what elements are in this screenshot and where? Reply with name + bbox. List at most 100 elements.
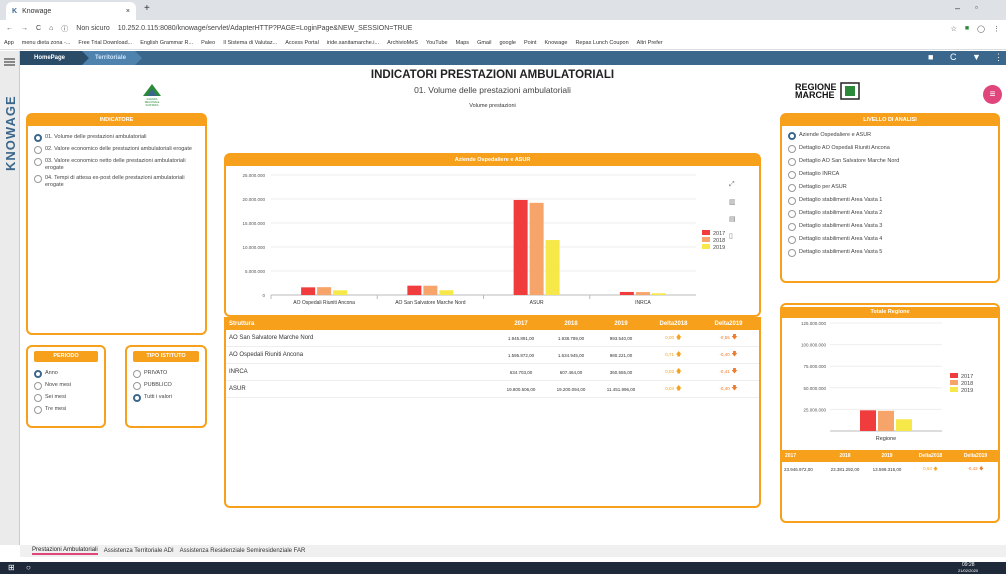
livello-option[interactable]: Aziende Ospedaliere e ASUR xyxy=(788,132,992,140)
bookmark-item[interactable]: menu dieta zona -... xyxy=(22,40,71,46)
bookmark-item[interactable]: English Grammar R... xyxy=(140,40,193,46)
refresh-icon[interactable]: C xyxy=(950,52,957,62)
windows-start-icon[interactable]: ⊞ xyxy=(8,563,15,572)
back-icon[interactable]: ← xyxy=(6,25,13,32)
browser-tab[interactable]: K Knowage × xyxy=(6,2,136,20)
bar[interactable] xyxy=(896,419,912,431)
filter-icon[interactable]: ▼ xyxy=(972,52,981,62)
table-icon[interactable]: ▤ xyxy=(729,215,736,223)
url-field[interactable]: 10.252.0.115:8080/knowage/servlet/Adapte… xyxy=(118,25,413,32)
new-tab-icon[interactable]: + xyxy=(144,3,150,14)
radio-button-icon[interactable] xyxy=(34,382,42,390)
bar[interactable] xyxy=(301,287,316,295)
bar[interactable] xyxy=(513,199,528,295)
radio-button-icon[interactable] xyxy=(34,158,42,166)
indicatore-option[interactable]: 01. Volume delle prestazioni ambulatoria… xyxy=(34,134,199,142)
table-row[interactable]: AO Ospedali Riuniti Ancona 1.595.872,00 1.… xyxy=(226,347,759,364)
bar[interactable] xyxy=(878,410,894,431)
livello-option[interactable]: Dettaglio stabilimenti Area Vasta 4 xyxy=(788,236,992,244)
bookmark-item[interactable]: Il Sistema di Valutaz... xyxy=(223,40,277,46)
bar[interactable] xyxy=(545,240,560,295)
tipo-option[interactable]: PRIVATO xyxy=(133,370,199,378)
bar[interactable] xyxy=(333,290,348,295)
bookmark-star-icon[interactable]: ☆ xyxy=(951,25,957,33)
bookmark-item[interactable]: Knowage xyxy=(545,40,568,46)
bookmark-item[interactable]: Altri Prefer xyxy=(637,40,663,46)
livello-option[interactable]: Dettaglio stabilimenti Area Vasta 1 xyxy=(788,197,992,205)
bookmark-item[interactable]: ArchivioMeS xyxy=(387,40,418,46)
close-tab-icon[interactable]: × xyxy=(126,8,130,15)
sheet-tab[interactable]: Prestazioni Ambulatoriali xyxy=(32,547,98,555)
livello-option[interactable]: Dettaglio stabilimenti Area Vasta 3 xyxy=(788,223,992,231)
fab-menu-button[interactable]: ≡ xyxy=(983,85,1002,104)
radio-button-icon[interactable] xyxy=(133,382,141,390)
livello-option[interactable]: Dettaglio INRCA xyxy=(788,171,992,179)
expand-icon[interactable]: ⤢ xyxy=(729,181,735,189)
radio-button-icon[interactable] xyxy=(788,210,796,218)
bar[interactable] xyxy=(619,291,634,295)
extension-icon[interactable]: ■ xyxy=(965,25,969,32)
reload-icon[interactable]: C xyxy=(36,25,41,32)
bar[interactable] xyxy=(635,292,650,295)
bar[interactable] xyxy=(860,410,876,431)
radio-button-icon[interactable] xyxy=(788,249,796,257)
tipo-option[interactable]: Tutti i valori xyxy=(133,394,199,402)
bar[interactable] xyxy=(439,290,454,295)
radio-button-icon[interactable] xyxy=(788,184,796,192)
radio-button-icon[interactable] xyxy=(34,406,42,414)
table-row[interactable]: ASUR 19.800.506,00 19.200.094,00 11.451.996… xyxy=(226,381,759,398)
radio-button-icon[interactable] xyxy=(133,394,141,402)
table-row[interactable]: AO San Salvatore Marche Nord 1.945.891,00… xyxy=(226,330,759,347)
search-icon[interactable]: ○ xyxy=(26,563,31,572)
radio-button-icon[interactable] xyxy=(34,175,42,183)
radio-button-icon[interactable] xyxy=(788,223,796,231)
radio-button-icon[interactable] xyxy=(788,145,796,153)
legend-label[interactable]: 2019 xyxy=(713,245,725,251)
bookmark-item[interactable]: Gmail xyxy=(477,40,491,46)
livello-option[interactable]: Dettaglio stabilimenti Area Vasta 5 xyxy=(788,249,992,257)
bar[interactable] xyxy=(423,285,438,295)
periodo-option[interactable]: Nove mesi xyxy=(34,382,98,390)
livello-option[interactable]: Dettaglio AO Ospedali Riuniti Ancona xyxy=(788,145,992,153)
bar[interactable] xyxy=(529,202,544,295)
bookmark-item[interactable]: iride.sanitamarche.i... xyxy=(327,40,379,46)
legend-label[interactable]: 2018 xyxy=(713,238,725,244)
more-icon[interactable]: ⋮ xyxy=(994,52,1003,63)
date[interactable]: 21/02/2020 xyxy=(958,568,978,573)
livello-option[interactable]: Dettaglio per ASUR xyxy=(788,184,992,192)
menu-dots-icon[interactable]: ⋮ xyxy=(993,25,1000,33)
save-icon[interactable]: ■ xyxy=(928,52,933,62)
radio-button-icon[interactable] xyxy=(34,370,42,378)
bookmark-item[interactable]: google xyxy=(499,40,516,46)
bookmark-item[interactable]: Access Portal xyxy=(285,40,319,46)
tipo-option[interactable]: PUBBLICO xyxy=(133,382,199,390)
breadcrumb-territoriale[interactable]: Territoriale xyxy=(85,51,136,65)
radio-button-icon[interactable] xyxy=(133,370,141,378)
minimize-icon[interactable]: – xyxy=(955,3,960,13)
legend-label[interactable]: 2017 xyxy=(961,374,973,380)
legend-label[interactable]: 2019 xyxy=(961,388,973,394)
bookmark-item[interactable]: App xyxy=(4,40,14,46)
home-icon[interactable]: ⌂ xyxy=(49,25,53,32)
forward-icon[interactable]: → xyxy=(21,25,28,32)
periodo-option[interactable]: Tre mesi xyxy=(34,406,98,414)
radio-button-icon[interactable] xyxy=(34,146,42,154)
export-icon[interactable]: ▯ xyxy=(729,232,733,240)
bookmark-item[interactable]: Repas Lunch Coupon xyxy=(575,40,628,46)
table-row[interactable]: INRCA 634.703,00 607.464,00 360.555,00 0,03 … xyxy=(226,364,759,381)
legend-label[interactable]: 2018 xyxy=(961,381,973,387)
bar[interactable] xyxy=(407,285,422,295)
radio-button-icon[interactable] xyxy=(34,394,42,402)
indicatore-option[interactable]: 02. Valore economico delle prestazioni a… xyxy=(34,146,199,154)
radio-button-icon[interactable] xyxy=(34,134,42,142)
radio-button-icon[interactable] xyxy=(788,132,796,140)
indicatore-option[interactable]: 03. Valore economico netto delle prestaz… xyxy=(34,158,199,171)
bookmark-item[interactable]: YouTube xyxy=(426,40,448,46)
radio-button-icon[interactable] xyxy=(788,158,796,166)
hamburger-menu-icon[interactable] xyxy=(4,58,15,66)
maximize-icon[interactable]: ▫ xyxy=(975,3,978,12)
livello-option[interactable]: Dettaglio stabilimenti Area Vasta 2 xyxy=(788,210,992,218)
bar[interactable] xyxy=(651,293,666,295)
bookmark-item[interactable]: Free Trial Download... xyxy=(78,40,132,46)
periodo-option[interactable]: Sei mesi xyxy=(34,394,98,402)
